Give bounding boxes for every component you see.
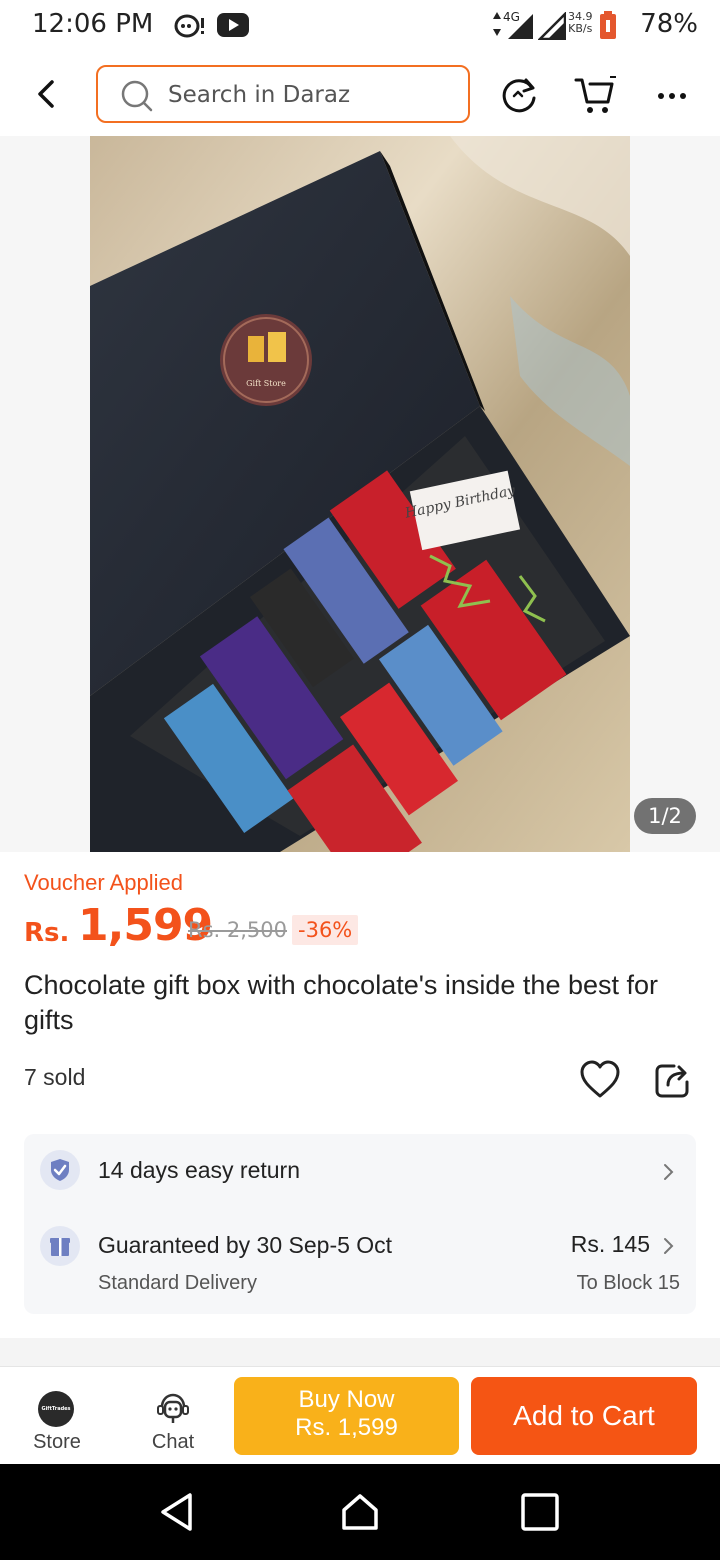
price-currency: Rs. (24, 918, 70, 948)
logo-text: Gift Store (246, 379, 286, 388)
buy-now-label: Buy Now (298, 1386, 395, 1413)
back-arrow-icon[interactable] (28, 72, 68, 116)
delivery-fee: Rs. 145 (570, 1231, 650, 1257)
battery-icon (600, 11, 616, 39)
buy-now-price: Rs. 1,599 (295, 1414, 398, 1441)
product-page: 12:06 PM 4G 34.9 KB/s 78% Search in Dara… (0, 0, 720, 1560)
service-card: 14 days easy return Guaranteed by 30 Sep… (24, 1134, 696, 1314)
app-header (0, 54, 720, 136)
network-speed: 34.9 KB/s (568, 11, 593, 35)
store-logo: GiftTrades (38, 1391, 74, 1427)
youtube-icon (217, 13, 249, 37)
refresh-icon[interactable] (496, 72, 542, 118)
price-row: Rs. 1,599 Rs. 2,500 -36% (24, 900, 704, 956)
product-image[interactable]: Gift Store Happy Birthday (90, 136, 630, 852)
return-label: 14 days easy return (98, 1157, 301, 1183)
delivery-label: Guaranteed by 30 Sep-5 Oct (98, 1232, 393, 1258)
chevron-right-icon (664, 1238, 674, 1254)
store-label: Store (33, 1431, 81, 1453)
add-to-cart-button[interactable]: Add to Cart (471, 1377, 697, 1455)
battery-percentage: 78% (640, 9, 698, 39)
chat-button[interactable]: Chat (134, 1387, 212, 1457)
voucher-label: Voucher Applied (24, 870, 184, 895)
share-icon[interactable] (652, 1060, 692, 1100)
notification-icon (174, 14, 204, 38)
cart-icon[interactable] (572, 72, 618, 118)
chevron-right-icon (664, 1164, 674, 1180)
delivery-location: To Block 15 (576, 1272, 680, 1294)
return-row[interactable]: 14 days easy return (24, 1134, 696, 1206)
signal-icon (508, 14, 533, 39)
gift-box-icon (40, 1226, 80, 1266)
back-nav-icon[interactable] (156, 1490, 200, 1534)
image-counter: 1/2 (634, 798, 696, 834)
status-bar: 12:06 PM 4G 34.9 KB/s 78% (0, 0, 720, 50)
search-input[interactable] (168, 79, 458, 111)
search-icon (121, 80, 153, 112)
search-bar[interactable] (96, 65, 470, 123)
section-divider (0, 1338, 720, 1366)
signal-2-icon (538, 12, 566, 40)
buy-now-button[interactable]: Buy Now Rs. 1,599 (234, 1377, 459, 1455)
product-gallery[interactable]: Gift Store Happy Birthday 1/2 (0, 136, 720, 852)
sold-count: 7 sold (24, 1064, 86, 1090)
original-price: Rs. 2,500 (188, 918, 288, 942)
speed-unit: KB/s (568, 22, 593, 35)
heart-icon[interactable] (578, 1058, 622, 1102)
recents-nav-icon[interactable] (518, 1490, 562, 1534)
shield-check-icon (40, 1150, 80, 1190)
chat-icon (157, 1393, 189, 1423)
product-title: Chocolate gift box with chocolate's insi… (24, 970, 659, 1035)
chat-label: Chat (151, 1431, 195, 1453)
home-nav-icon[interactable] (338, 1490, 382, 1534)
store-button[interactable]: GiftTrades Store (18, 1387, 96, 1457)
system-nav-bar (0, 1464, 720, 1560)
delivery-type: Standard Delivery (98, 1272, 257, 1294)
more-icon[interactable] (650, 72, 696, 118)
delivery-row[interactable]: Guaranteed by 30 Sep-5 Oct Standard Deli… (24, 1214, 696, 1314)
status-time: 12:06 PM (32, 9, 154, 39)
discount-badge: -36% (292, 915, 359, 945)
action-bar: GiftTrades Store Chat Buy Now Rs. 1,599 … (0, 1366, 720, 1464)
